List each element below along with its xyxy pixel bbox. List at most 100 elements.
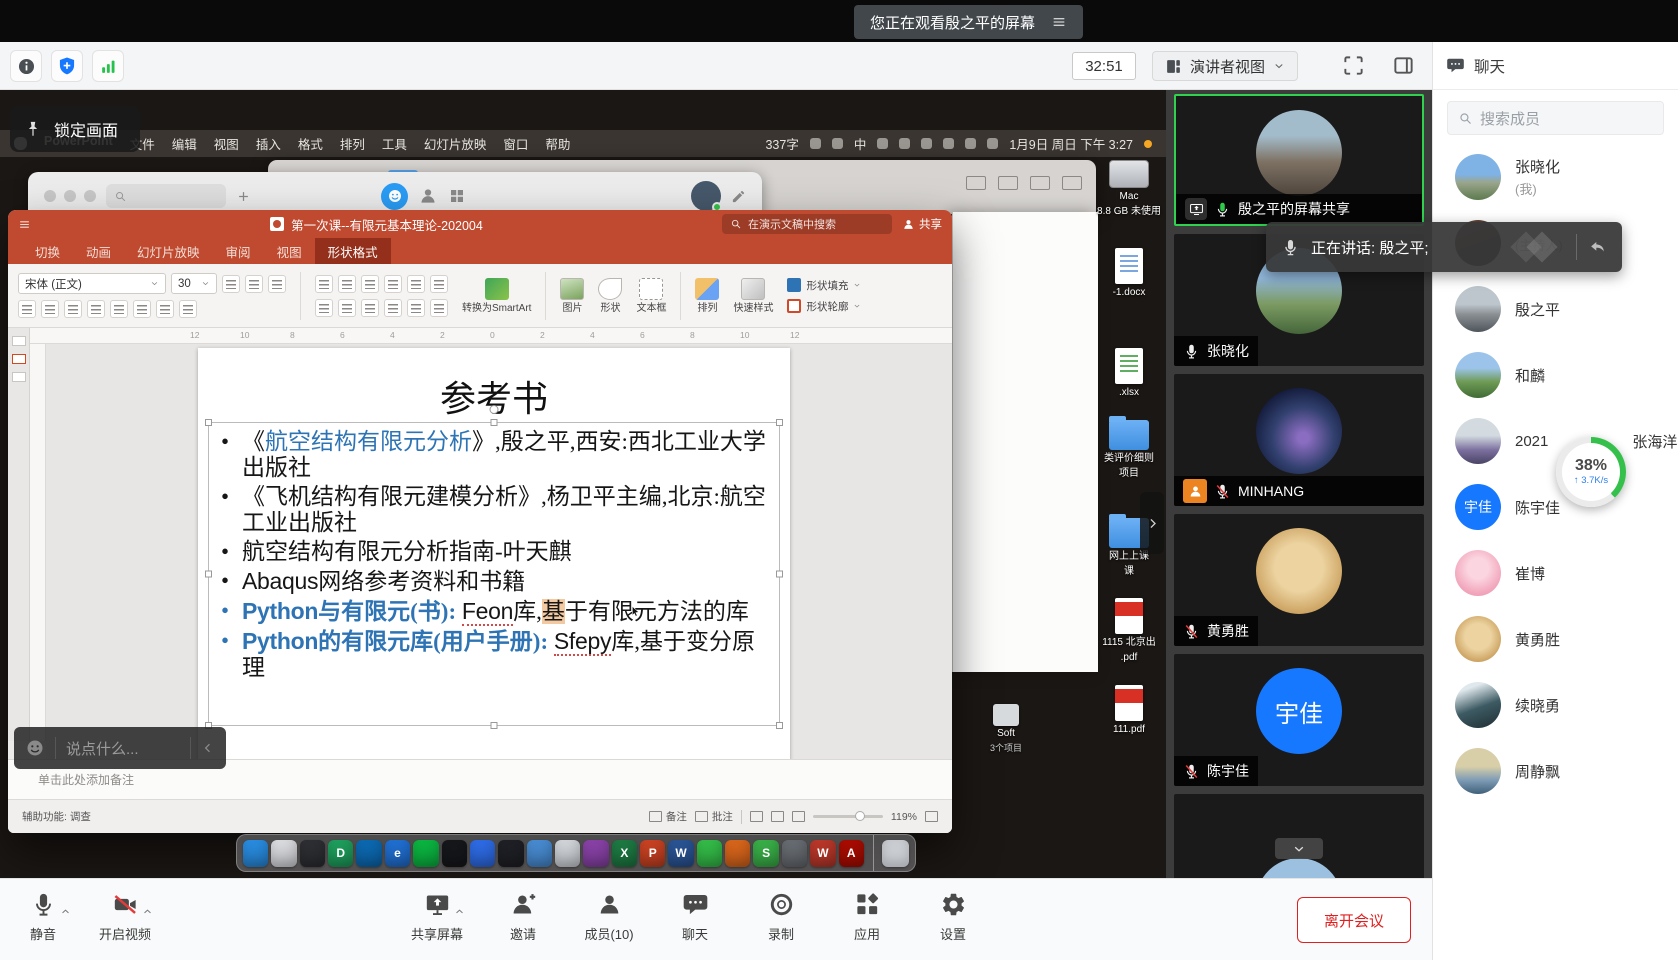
resize-handle[interactable] bbox=[776, 571, 783, 578]
collapse-chat-icon[interactable] bbox=[201, 741, 215, 755]
dock-app-icon-8[interactable] bbox=[470, 840, 495, 867]
slide-bullet-5[interactable]: Python的有限元库(用户手册): Sfepy库,基于变分原理 bbox=[215, 628, 775, 681]
menubar-status-icon[interactable] bbox=[810, 138, 821, 149]
add-icon[interactable] bbox=[236, 189, 251, 204]
slide-bullet-1[interactable]: 《飞机结构有限元建模分析》,杨卫平主编,北京:航空工业出版社 bbox=[215, 484, 775, 536]
bullet-list-button[interactable] bbox=[315, 275, 333, 293]
smartart-button[interactable]: 转换为SmartArt bbox=[462, 278, 531, 314]
align-text-button[interactable] bbox=[430, 299, 448, 317]
dock-app-icon-20[interactable]: W bbox=[810, 840, 835, 867]
slide-sorter-view-button[interactable] bbox=[771, 811, 784, 822]
toolbar-开启视频-button[interactable]: 开启视频 bbox=[94, 889, 156, 943]
emoji-icon[interactable] bbox=[25, 738, 45, 758]
dock-app-icon-0[interactable] bbox=[243, 840, 268, 867]
grow-font-button[interactable] bbox=[222, 275, 240, 293]
comments-toggle-button[interactable]: 批注 bbox=[695, 809, 733, 824]
toolbar-成员(10)-button[interactable]: 成员(10) bbox=[578, 889, 640, 943]
video-tile-陈宇佳[interactable]: 宇佳陈宇佳 bbox=[1174, 654, 1424, 786]
resize-handle[interactable] bbox=[776, 419, 783, 426]
menubar-datetime[interactable]: 1月9日 周日 下午 3:27 bbox=[1009, 134, 1133, 153]
toolbar-静音-button[interactable]: 静音 bbox=[12, 889, 74, 943]
line-spacing-button[interactable] bbox=[407, 275, 425, 293]
dock-app-icon-2[interactable] bbox=[300, 840, 325, 867]
insert-picture-button[interactable]: 图片 bbox=[560, 278, 584, 314]
shape-outline-button[interactable]: 形状轮廓 bbox=[787, 299, 861, 314]
member-row-周静飘[interactable]: 周静飘 bbox=[1433, 738, 1678, 804]
dock-app-icon-15[interactable]: W bbox=[668, 840, 693, 867]
desktop-stack-soft[interactable]: Soft 3个项目 bbox=[970, 704, 1042, 754]
meeting-info-button[interactable] bbox=[10, 50, 42, 82]
ppt-tab-审阅[interactable]: 审阅 bbox=[213, 238, 264, 264]
member-row-续晓勇[interactable]: 续晓勇 bbox=[1433, 672, 1678, 738]
resize-handle[interactable] bbox=[491, 722, 498, 729]
leave-meeting-button[interactable]: 离开会议 bbox=[1297, 897, 1411, 943]
ppt-menu-icon[interactable] bbox=[18, 218, 31, 231]
window-controls[interactable] bbox=[44, 190, 96, 202]
dock-app-icon-11[interactable] bbox=[555, 840, 580, 867]
ppt-share-button[interactable]: 共享 bbox=[902, 216, 942, 232]
member-row-张晓化[interactable]: 张晓化(我) bbox=[1433, 144, 1678, 210]
subscript-button[interactable] bbox=[133, 300, 151, 318]
toolbar-view-icon[interactable] bbox=[966, 176, 986, 190]
network-signal-button[interactable] bbox=[92, 50, 124, 82]
apps-tab-icon[interactable] bbox=[448, 187, 466, 205]
insert-shape-button[interactable]: 形状 bbox=[598, 278, 622, 314]
desktop-icon-Mac[interactable]: Mac8.8 GB 未使用 bbox=[1094, 160, 1164, 218]
mac-menu-2[interactable]: 编辑 bbox=[172, 134, 197, 153]
slide-title[interactable]: 参考书 bbox=[198, 370, 790, 422]
banner-menu-icon[interactable] bbox=[1051, 14, 1067, 30]
dock-app-icon-13[interactable]: X bbox=[612, 840, 637, 867]
quick-chat-input[interactable]: 说点什么... bbox=[66, 738, 180, 759]
slide-bullet-3[interactable]: Abaqus网络参考资料和书籍 bbox=[215, 568, 775, 595]
reply-icon[interactable] bbox=[1588, 238, 1607, 257]
fullscreen-button[interactable] bbox=[1342, 54, 1365, 77]
insert-textbox-button[interactable]: 文本框 bbox=[636, 278, 666, 314]
outdent-button[interactable] bbox=[361, 275, 379, 293]
quick-chat-bar[interactable]: 说点什么... bbox=[14, 727, 226, 769]
resize-handle[interactable] bbox=[491, 419, 498, 426]
mac-menu-7[interactable]: 工具 bbox=[382, 134, 407, 153]
ppt-tab-幻灯片放映[interactable]: 幻灯片放映 bbox=[124, 238, 213, 264]
mac-menu-5[interactable]: 格式 bbox=[298, 134, 323, 153]
justify-button[interactable] bbox=[384, 299, 402, 317]
fit-slide-button[interactable] bbox=[925, 811, 938, 822]
mac-menu-4[interactable]: 插入 bbox=[256, 134, 281, 153]
toolbar-应用-button[interactable]: 应用 bbox=[836, 889, 898, 943]
mac-menu-10[interactable]: 帮助 bbox=[545, 134, 570, 153]
rotate-handle[interactable] bbox=[490, 405, 499, 414]
menubar-status-icon[interactable] bbox=[832, 138, 843, 149]
view-mode-button[interactable]: 演讲者视图 bbox=[1152, 51, 1298, 81]
mac-menu-9[interactable]: 窗口 bbox=[503, 134, 528, 153]
slideshow-view-button[interactable] bbox=[792, 811, 805, 822]
member-row-和麟[interactable]: 和麟 bbox=[1433, 342, 1678, 408]
slide-bullet-4[interactable]: Python与有限元(书): Feon库,基于有限元方法的库 bbox=[215, 598, 775, 625]
resize-handle[interactable] bbox=[776, 722, 783, 729]
desktop-icon-类评价细则[interactable]: 类评价细则项目 bbox=[1094, 420, 1164, 480]
video-tile-more[interactable] bbox=[1174, 794, 1424, 878]
menubar-status-icon[interactable] bbox=[921, 138, 932, 149]
strikethrough-button[interactable] bbox=[87, 300, 105, 318]
member-row-陈宇佳[interactable]: 宇佳陈宇佳 bbox=[1433, 474, 1678, 540]
dock-app-icon-3[interactable]: D bbox=[328, 840, 353, 867]
superscript-button[interactable] bbox=[110, 300, 128, 318]
desktop-icon-111.pdf[interactable]: 111.pdf bbox=[1094, 685, 1164, 736]
slide-bullet-0[interactable]: 《航空结构有限元分析》,殷之平,西安:西北工业大学出版社 bbox=[215, 429, 775, 481]
menubar-status-icon[interactable] bbox=[987, 138, 998, 149]
align-right-button[interactable] bbox=[361, 299, 379, 317]
expand-options-chevron[interactable] bbox=[142, 906, 153, 917]
dock-app-icon-6[interactable] bbox=[413, 840, 438, 867]
toolbar-录制-button[interactable]: 录制 bbox=[750, 889, 812, 943]
desktop-icon-1115 北京出[interactable]: 1115 北京出.pdf bbox=[1094, 598, 1164, 664]
toolbar-view-icon[interactable] bbox=[1030, 176, 1050, 190]
dock-app-icon-7[interactable] bbox=[442, 840, 467, 867]
member-row-2021张海洋[interactable]: 2021张海洋 bbox=[1433, 408, 1678, 474]
expand-options-chevron[interactable] bbox=[454, 906, 465, 917]
toolbar-邀请-button[interactable]: 邀请 bbox=[492, 889, 554, 943]
mac-menu-6[interactable]: 排列 bbox=[340, 134, 365, 153]
slide-textbox[interactable]: 《航空结构有限元分析》,殷之平,西安:西北工业大学出版社《飞机结构有限元建模分析… bbox=[208, 422, 780, 726]
compose-icon[interactable] bbox=[731, 189, 746, 204]
dock-app-icon-12[interactable] bbox=[583, 840, 608, 867]
contacts-tab-icon[interactable] bbox=[418, 186, 438, 206]
member-row-崔博[interactable]: 崔博 bbox=[1433, 540, 1678, 606]
slide[interactable]: 参考书 《航空结构有限元分析》,殷之平,西安:西北工业大学出版社《飞机结构有 bbox=[198, 348, 790, 768]
